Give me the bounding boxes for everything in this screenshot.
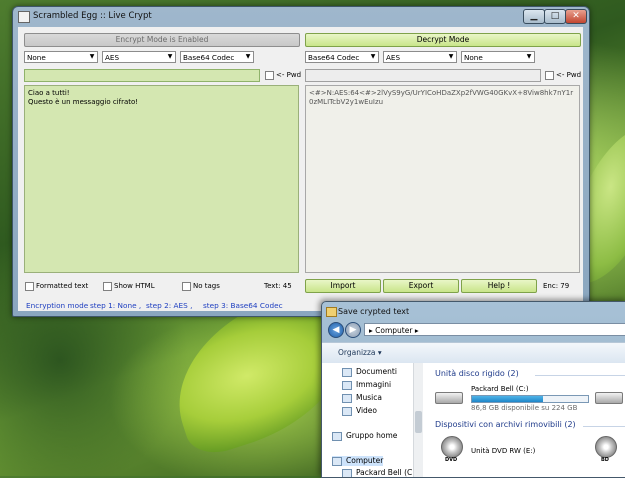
scroll-thumb[interactable] [415, 411, 422, 433]
folder-icon [326, 307, 337, 317]
hard-drive-icon[interactable] [435, 392, 463, 404]
import-button[interactable]: Import [305, 279, 381, 293]
pictures-icon [342, 380, 352, 390]
drive-c-free-space: 86,8 GB disponibile su 224 GB [471, 404, 578, 412]
status-step1: step 1: None , [90, 301, 142, 310]
dialog-title: Save crypted text [338, 307, 410, 316]
dvd-drive-icon[interactable] [441, 436, 463, 458]
nav-item-documents[interactable]: Documenti [342, 367, 397, 377]
right-pre-combo[interactable]: None ▼ [461, 51, 535, 63]
chevron-down-icon: ▼ [526, 53, 532, 60]
right-cipher-combo[interactable]: AES ▼ [383, 51, 457, 63]
show-html-label: Show HTML [114, 282, 155, 290]
title-bar[interactable]: Scrambled Egg :: Live Crypt ▁ □ ✕ [13, 7, 589, 26]
status-step3: step 3: Base64 Codec [203, 301, 283, 310]
minimize-button[interactable]: ▁ [523, 9, 545, 24]
encrypt-mode-button[interactable]: Encrypt Mode is Enabled [24, 33, 300, 47]
navigation-pane: Documenti Immagini Musica Video Gruppo h… [322, 363, 423, 477]
drive-c-usage-fill [472, 396, 543, 402]
maximize-button[interactable]: □ [544, 9, 566, 24]
export-button[interactable]: Export [383, 279, 459, 293]
decrypt-mode-button[interactable]: Decrypt Mode [305, 33, 581, 47]
left-encoding-combo[interactable]: Base64 Codec ▼ [180, 51, 254, 63]
scrambled-egg-window: Scrambled Egg :: Live Crypt ▁ □ ✕ Encryp… [12, 6, 590, 317]
save-dialog: Save crypted text ◀ ▶ ▸ Computer ▸ Organ… [321, 301, 625, 478]
section-divider [583, 426, 625, 427]
text-count: Text: 45 [264, 282, 292, 290]
left-cipher-combo[interactable]: AES ▼ [102, 51, 176, 63]
right-password-input[interactable] [305, 69, 541, 82]
computer-content: Unità disco rigido (2) Packard Bell (C:)… [423, 363, 625, 477]
homegroup-icon [332, 431, 342, 441]
window-title: Scrambled Egg :: Live Crypt [33, 11, 152, 21]
plain-text-line: Ciao a tutti! [28, 89, 70, 97]
right-password-label: <- Pwd [556, 71, 582, 79]
plain-text-line: Questo è un messaggio cifrato! [28, 98, 139, 106]
formatted-text-checkbox[interactable] [25, 282, 34, 291]
nav-item-drive-c[interactable]: Packard Bell (C:) [342, 468, 418, 477]
drive-icon [342, 468, 352, 477]
hard-drive-icon[interactable] [595, 392, 623, 404]
nav-scrollbar[interactable] [413, 363, 423, 477]
left-password-input[interactable] [24, 69, 260, 82]
nav-item-video[interactable]: Video [342, 406, 377, 416]
left-password-label: <- Pwd [276, 71, 302, 79]
chevron-down-icon: ▼ [245, 53, 251, 60]
left-pre-combo[interactable]: None ▼ [24, 51, 98, 63]
chevron-down-icon: ▼ [89, 53, 95, 60]
dvd-logo: DVD [445, 457, 458, 463]
no-tags-label: No tags [193, 282, 220, 290]
forward-arrow-icon[interactable]: ▶ [345, 322, 361, 338]
cipher-text-area[interactable]: <#>N:AES:64<#>2lVyS9yG/UrYICoHDaZXp2fVWG… [305, 85, 580, 273]
section-hard-drives: Unità disco rigido (2) [435, 369, 519, 378]
show-html-checkbox[interactable] [103, 282, 112, 291]
dvd-drive-name[interactable]: Unità DVD RW (E:) [471, 447, 535, 455]
right-encoding-combo[interactable]: Base64 Codec ▼ [305, 51, 379, 63]
documents-icon [342, 367, 352, 377]
plain-text-area[interactable]: Ciao a tutti! Questo è un messaggio cifr… [24, 85, 299, 273]
dialog-toolbar: Organizza ▾ [322, 342, 625, 364]
bd-logo: BD [601, 457, 609, 463]
nav-item-computer[interactable]: Computer [332, 456, 384, 466]
bd-drive-icon[interactable] [595, 436, 617, 458]
app-icon [18, 11, 30, 23]
back-arrow-icon[interactable]: ◀ [328, 322, 344, 338]
right-password-checkbox[interactable] [545, 71, 554, 80]
nav-item-music[interactable]: Musica [342, 393, 382, 403]
formatted-text-label: Formatted text [36, 282, 89, 290]
video-icon [342, 406, 352, 416]
section-removable: Dispositivi con archivi rimovibili (2) [435, 420, 576, 429]
enc-count: Enc: 79 [543, 282, 570, 290]
status-mode: Encryption mode [26, 301, 89, 310]
drive-c-name[interactable]: Packard Bell (C:) [471, 385, 529, 393]
chevron-down-icon: ▼ [167, 53, 173, 60]
chevron-down-icon: ▼ [448, 53, 454, 60]
navigation-bar: ◀ ▶ ▸ Computer ▸ [322, 319, 625, 340]
nav-item-homegroup[interactable]: Gruppo home [332, 431, 397, 441]
left-password-checkbox[interactable] [265, 71, 274, 80]
music-icon [342, 393, 352, 403]
organize-button[interactable]: Organizza ▾ [338, 348, 382, 357]
section-divider [535, 375, 625, 376]
help-button[interactable]: Help ! [461, 279, 537, 293]
status-step2: step 2: AES , [146, 301, 193, 310]
close-button[interactable]: ✕ [565, 9, 587, 24]
nav-item-pictures[interactable]: Immagini [342, 380, 391, 390]
chevron-down-icon: ▼ [370, 53, 376, 60]
drive-c-usage-bar [471, 395, 589, 403]
window-client: Encrypt Mode is Enabled None ▼ AES ▼ Base6… [18, 27, 583, 311]
no-tags-checkbox[interactable] [182, 282, 191, 291]
address-bar[interactable]: ▸ Computer ▸ [364, 323, 625, 336]
computer-icon [332, 456, 342, 466]
